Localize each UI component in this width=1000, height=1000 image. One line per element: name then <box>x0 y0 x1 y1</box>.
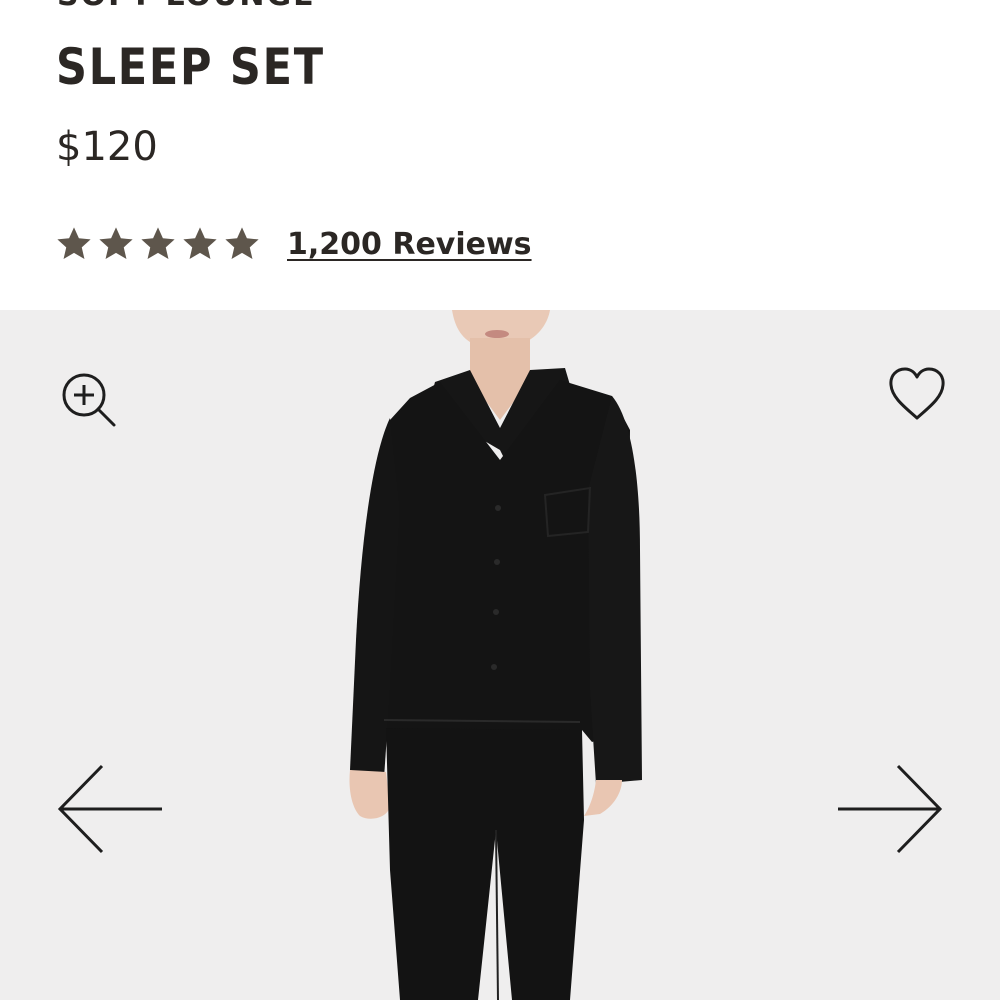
star-icon <box>141 227 175 260</box>
product-image-gallery <box>0 310 1000 1000</box>
reviews-link[interactable]: 1,200 Reviews <box>287 227 532 262</box>
product-title: SLEEP SET <box>56 38 325 96</box>
rating-summary: 1,200 Reviews <box>55 222 532 266</box>
star-icon <box>225 227 259 260</box>
product-price: $120 <box>56 124 158 170</box>
heart-icon[interactable] <box>886 365 948 423</box>
product-page: SOFT LOUNGE SLEEP SET $120 1,200 Reviews <box>0 0 1000 1000</box>
collection-name[interactable]: SOFT LOUNGE <box>57 0 316 13</box>
star-rating <box>55 225 261 263</box>
star-icon <box>183 227 217 260</box>
arrow-right-icon[interactable] <box>832 762 946 856</box>
arrow-left-icon[interactable] <box>54 762 168 856</box>
product-header: SOFT LOUNGE SLEEP SET $120 1,200 Reviews <box>0 0 1000 310</box>
product-image[interactable] <box>0 310 1000 1000</box>
star-icon <box>99 227 133 260</box>
zoom-in-icon[interactable] <box>58 370 120 430</box>
star-icon <box>57 227 91 260</box>
